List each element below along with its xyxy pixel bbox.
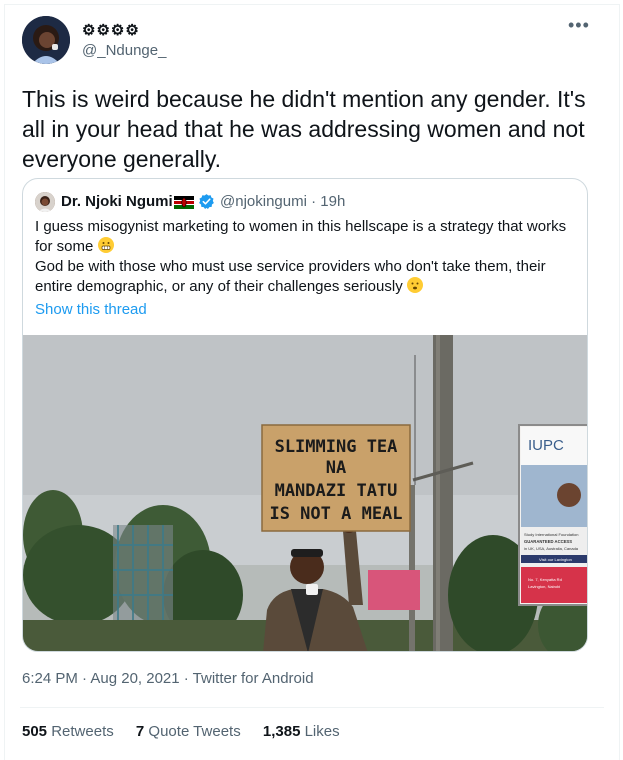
quoted-tweet-text: I guess misogynist marketing to women in… [35,217,575,297]
likes-count: 1,385 [262,723,301,740]
sign-line-3: MANDAZI TATU [275,481,398,501]
quoted-tweet[interactable]: Dr. Njoki Ngumi @njokingumi · 19h I gues… [22,178,588,652]
billboard-line-2: GUARANTEED ACCESS [524,539,572,544]
quote-tweets-stat[interactable]: 7 Quote Tweets [136,723,241,740]
retweets-label: Retweets [51,723,114,740]
author-handle[interactable]: @_Ndunge_ [82,42,166,59]
billboard-address-2: Lavington, Nairobi [528,584,560,589]
quoted-author-handle-time: @njokingumi · 19h [220,193,346,210]
verified-badge-icon [199,194,214,210]
quote-tweets-count: 7 [135,723,145,740]
billboard-cta: Visit our Lavington [539,557,572,562]
billboard-line-3: in UK, USA, Australia, Canada [524,546,579,551]
more-options-icon[interactable]: ••• [568,16,590,34]
author-display-name[interactable]: ⚙⚙⚙⚙ [82,21,140,39]
quoted-text-line-1: I guess misogynist marketing to women in… [35,218,567,255]
divider [20,707,604,708]
retweets-stat[interactable]: 505 Retweets [22,723,114,740]
kenya-flag-icon [174,196,194,209]
sign-line-1: SLIMMING TEA [275,437,398,457]
sign-line-2: NA [326,458,346,478]
tweet-text: This is weird because he didn't mention … [22,86,586,172]
quoted-text-line-2: God be with those who must use service p… [35,258,546,295]
tweet-timestamp[interactable]: 6:24 PM · Aug 20, 2021 · Twitter for And… [22,670,314,687]
likes-stat[interactable]: 1,385 Likes [263,723,340,740]
author-avatar[interactable] [22,16,70,64]
grimacing-face-emoji-icon [97,237,114,253]
retweets-count: 505 [22,723,48,740]
quoted-tweet-photo[interactable]: IUPC Study International Foundation GUAR… [23,335,588,652]
show-this-thread-link[interactable]: Show this thread [35,301,147,318]
quoted-author-name: Dr. Njoki Ngumi [61,193,173,210]
sign-line-4: IS NOT A MEAL [269,504,402,524]
quoted-author-avatar [35,192,55,212]
quote-tweets-label: Quote Tweets [148,723,241,740]
likes-label: Likes [304,723,340,740]
billboard-brand: IUPC [528,437,564,454]
billboard-line-1: Study International Foundation [524,532,578,537]
worried-face-emoji-icon [406,277,423,293]
engagement-stats: 505 Retweets 7 Quote Tweets 1,385 Likes [22,723,358,740]
billboard-address-1: No. 7, Kenyatta Rd [528,577,562,582]
